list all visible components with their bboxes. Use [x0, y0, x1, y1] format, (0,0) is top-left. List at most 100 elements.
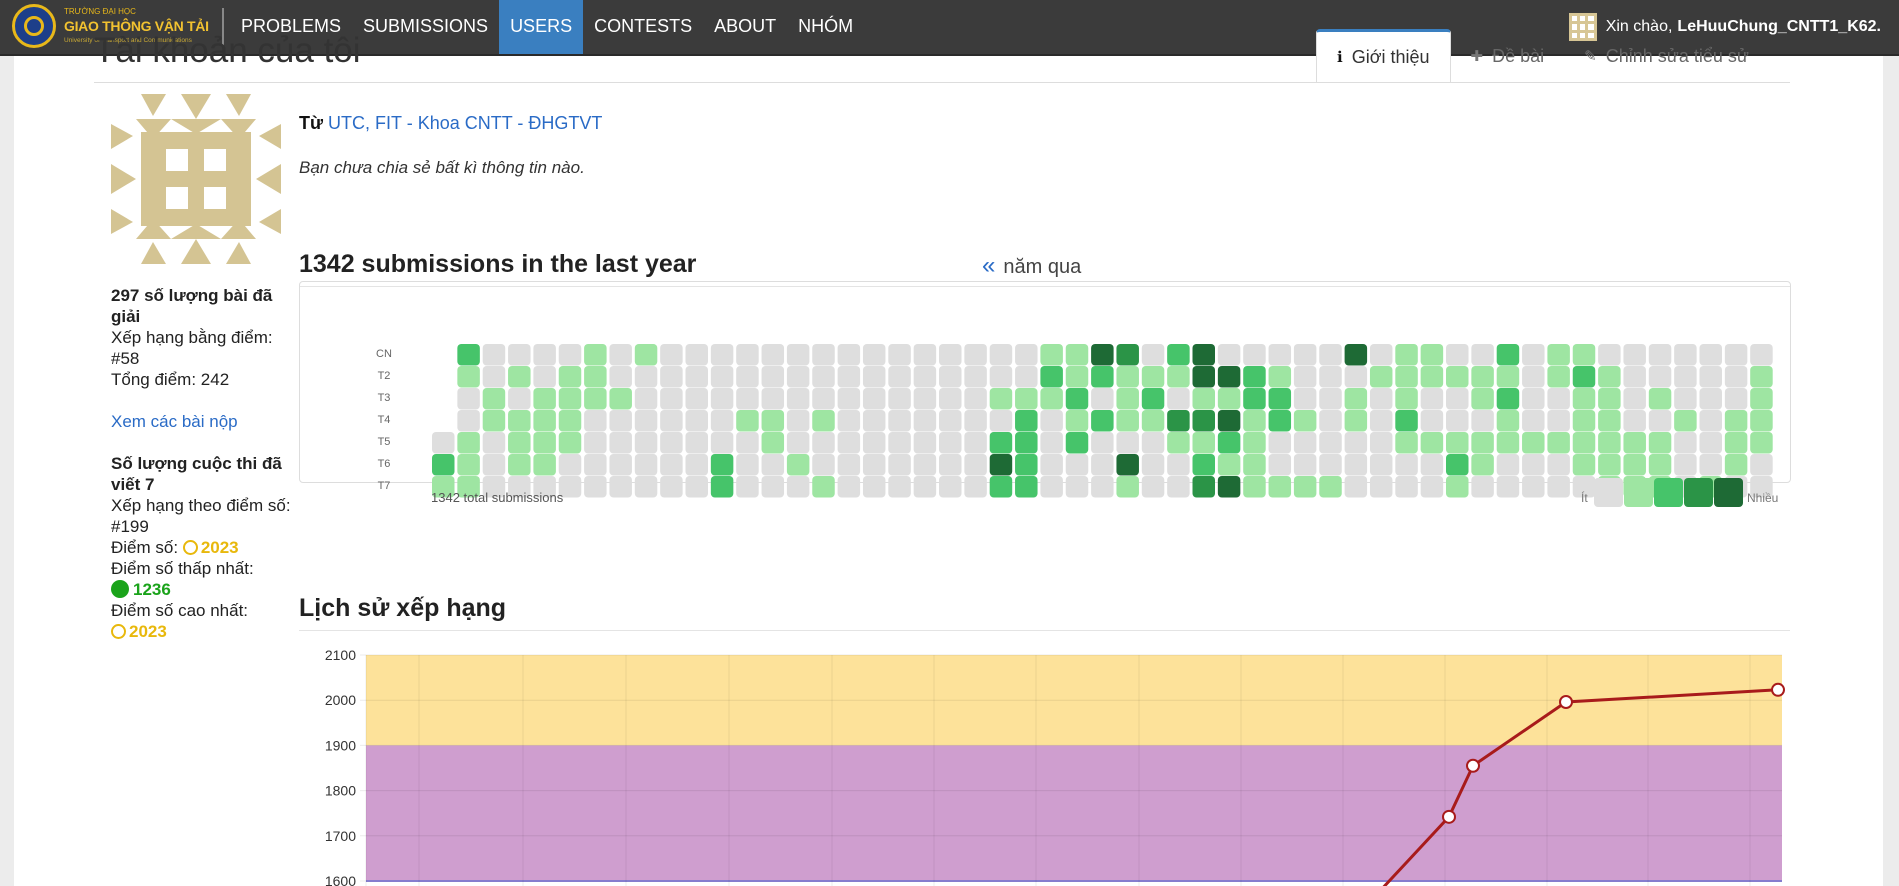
heatmap-cell[interactable]	[1446, 410, 1469, 432]
heatmap-cell[interactable]	[1369, 388, 1393, 410]
heatmap-cell[interactable]	[1699, 344, 1723, 366]
heatmap-cell[interactable]	[913, 410, 937, 432]
heatmap-cell[interactable]	[1648, 410, 1672, 432]
heatmap-cell[interactable]	[812, 432, 835, 454]
heatmap-cell[interactable]	[1141, 454, 1165, 476]
heatmap-cell[interactable]	[1699, 388, 1723, 410]
heatmap-cell[interactable]	[736, 410, 759, 432]
heatmap-cell[interactable]	[482, 410, 506, 432]
heatmap-cell[interactable]	[1648, 344, 1672, 366]
heatmap-cell[interactable]	[1091, 366, 1114, 388]
heatmap-cell[interactable]	[1395, 432, 1418, 454]
heatmap-cell[interactable]	[1141, 410, 1165, 432]
rating-point[interactable]	[1771, 682, 1785, 697]
heatmap-cell[interactable]	[1217, 410, 1241, 432]
heatmap-cell[interactable]	[1243, 432, 1266, 454]
heatmap-cell[interactable]	[1015, 454, 1038, 476]
heatmap-cell[interactable]	[1319, 432, 1342, 454]
heatmap-cell[interactable]	[1065, 366, 1089, 388]
heatmap-cell[interactable]	[761, 454, 785, 476]
heatmap-cell[interactable]	[1446, 388, 1469, 410]
prev-year-icon[interactable]: «	[982, 252, 995, 279]
heatmap-cell[interactable]	[1547, 344, 1570, 366]
heatmap-cell[interactable]	[888, 454, 911, 476]
heatmap-cell[interactable]	[1420, 344, 1444, 366]
heatmap-cell[interactable]	[1344, 366, 1368, 388]
heatmap-cell[interactable]	[1496, 432, 1520, 454]
heatmap-cell[interactable]	[1268, 388, 1292, 410]
heatmap-cell[interactable]	[786, 366, 810, 388]
heatmap-cell[interactable]	[1040, 388, 1063, 410]
heatmap-cell[interactable]	[710, 344, 734, 366]
heatmap-cell[interactable]	[1319, 366, 1342, 388]
heatmap-cell[interactable]	[1369, 454, 1393, 476]
heatmap-cell[interactable]	[1192, 388, 1216, 410]
heatmap-cell[interactable]	[1319, 476, 1342, 498]
heatmap-cell[interactable]	[913, 344, 937, 366]
heatmap-cell[interactable]	[812, 454, 835, 476]
heatmap-cell[interactable]	[1724, 454, 1748, 476]
heatmap-cell[interactable]	[1192, 432, 1216, 454]
heatmap-cell[interactable]	[1217, 476, 1241, 498]
heatmap-cell[interactable]	[609, 366, 632, 388]
heatmap-cell[interactable]	[1598, 410, 1621, 432]
heatmap-cell[interactable]	[1522, 410, 1545, 432]
heatmap-cell[interactable]	[964, 388, 987, 410]
heatmap-cell[interactable]	[660, 432, 683, 454]
heatmap-cell[interactable]	[1192, 410, 1216, 432]
heatmap-cell[interactable]	[457, 344, 480, 366]
heatmap-cell[interactable]	[1040, 344, 1063, 366]
heatmap-cell[interactable]	[1243, 344, 1266, 366]
heatmap-cell[interactable]	[1420, 366, 1444, 388]
heatmap-cell[interactable]	[1750, 366, 1773, 388]
heatmap-cell[interactable]	[1471, 454, 1494, 476]
heatmap-cell[interactable]	[1293, 476, 1317, 498]
nav-users[interactable]: USERS	[499, 0, 584, 54]
heatmap-cell[interactable]	[660, 454, 683, 476]
heatmap-cell[interactable]	[1091, 344, 1114, 366]
heatmap-cell[interactable]	[634, 366, 658, 388]
heatmap-cell[interactable]	[710, 388, 734, 410]
heatmap-cell[interactable]	[736, 366, 759, 388]
heatmap-cell[interactable]	[1496, 388, 1520, 410]
heatmap-cell[interactable]	[1674, 454, 1697, 476]
heatmap-cell[interactable]	[1192, 366, 1216, 388]
heatmap-cell[interactable]	[1420, 432, 1444, 454]
heatmap-cell[interactable]	[1217, 454, 1241, 476]
heatmap-cell[interactable]	[1699, 366, 1723, 388]
heatmap-cell[interactable]	[1724, 366, 1748, 388]
heatmap-cell[interactable]	[888, 432, 911, 454]
heatmap-cell[interactable]	[1015, 410, 1038, 432]
heatmap-cell[interactable]	[558, 454, 582, 476]
heatmap-cell[interactable]	[964, 454, 987, 476]
heatmap-cell[interactable]	[1369, 344, 1393, 366]
heatmap-cell[interactable]	[685, 432, 709, 454]
heatmap-cell[interactable]	[1217, 366, 1241, 388]
heatmap-cell[interactable]	[1192, 476, 1216, 498]
heatmap-cell[interactable]	[432, 454, 455, 476]
heatmap-cell[interactable]	[1243, 454, 1266, 476]
heatmap-cell[interactable]	[1420, 388, 1444, 410]
heatmap-cell[interactable]	[634, 476, 658, 498]
heatmap-cell[interactable]	[1750, 454, 1773, 476]
heatmap-cell[interactable]	[1167, 410, 1190, 432]
heatmap-cell[interactable]	[1750, 388, 1773, 410]
heatmap-cell[interactable]	[1369, 366, 1393, 388]
heatmap-cell[interactable]	[584, 388, 607, 410]
heatmap-cell[interactable]	[1217, 388, 1241, 410]
heatmap-cell[interactable]	[736, 454, 759, 476]
heatmap-cell[interactable]	[634, 432, 658, 454]
heatmap-cell[interactable]	[939, 344, 962, 366]
heatmap-cell[interactable]	[1091, 432, 1114, 454]
heatmap-cell[interactable]	[888, 476, 911, 498]
heatmap-cell[interactable]	[584, 454, 607, 476]
heatmap-cell[interactable]	[1674, 410, 1697, 432]
heatmap-cell[interactable]	[1623, 454, 1646, 476]
heatmap-cell[interactable]	[939, 476, 962, 498]
heatmap-cell[interactable]	[1167, 454, 1190, 476]
heatmap-cell[interactable]	[634, 410, 658, 432]
heatmap-cell[interactable]	[558, 388, 582, 410]
heatmap-cell[interactable]	[1623, 366, 1646, 388]
heatmap-cell[interactable]	[508, 432, 531, 454]
heatmap-cell[interactable]	[1369, 476, 1393, 498]
